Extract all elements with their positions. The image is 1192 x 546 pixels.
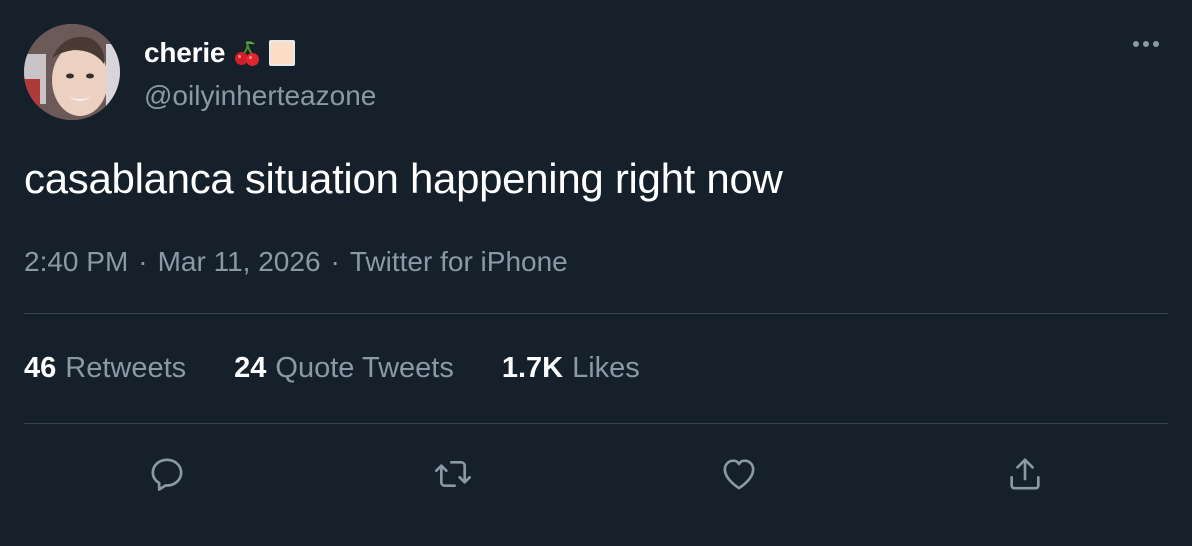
retweets-label: Retweets [65, 352, 187, 384]
quote-tweets-stat[interactable]: 24 Quote Tweets [234, 352, 454, 385]
retweets-count: 46 [24, 352, 57, 384]
retweets-stat[interactable]: 46 Retweets [24, 352, 186, 385]
divider [24, 423, 1168, 424]
reply-button[interactable] [143, 450, 191, 498]
quote-tweets-count: 24 [234, 352, 267, 384]
tweet-source[interactable]: Twitter for iPhone [350, 246, 568, 278]
tweet-time[interactable]: 2:40 PM [24, 246, 128, 278]
share-icon [1010, 458, 1040, 490]
tweet-detail: cherie @oilyinherteazone casablanca situ… [0, 0, 1192, 546]
reply-icon [151, 458, 183, 491]
peach-square-icon [269, 40, 296, 66]
more-dot-icon [1153, 41, 1159, 47]
share-button[interactable] [1001, 450, 1049, 498]
like-icon [723, 459, 755, 490]
like-button[interactable] [715, 450, 763, 498]
likes-label: Likes [572, 352, 640, 384]
tweet-meta: 2:40 PM · Mar 11, 2026 · Twitter for iPh… [24, 246, 568, 278]
quote-tweets-label: Quote Tweets [275, 352, 454, 384]
tweet-stats: 46 Retweets 24 Quote Tweets 1.7K Likes [24, 352, 688, 385]
avatar-image [24, 24, 120, 120]
divider [24, 313, 1168, 314]
more-dot-icon [1133, 41, 1139, 47]
retweet-icon [435, 461, 471, 487]
cherries-icon [235, 41, 260, 66]
likes-count: 1.7K [501, 352, 564, 384]
meta-separator: · [330, 246, 340, 277]
author-handle[interactable]: @oilyinherteazone [144, 80, 376, 112]
more-dot-icon [1143, 41, 1149, 47]
retweet-button[interactable] [429, 450, 477, 498]
likes-stat[interactable]: 1.7K Likes [502, 352, 640, 385]
author-name-row[interactable]: cherie [144, 36, 296, 70]
more-options-button[interactable] [1126, 30, 1166, 58]
action-bar [0, 450, 1192, 498]
tweet-date[interactable]: Mar 11, 2026 [158, 246, 321, 278]
tweet-text: casablanca situation happening right now [24, 155, 783, 202]
meta-separator: · [138, 246, 148, 277]
avatar[interactable] [24, 24, 120, 120]
display-name[interactable]: cherie [144, 37, 225, 69]
